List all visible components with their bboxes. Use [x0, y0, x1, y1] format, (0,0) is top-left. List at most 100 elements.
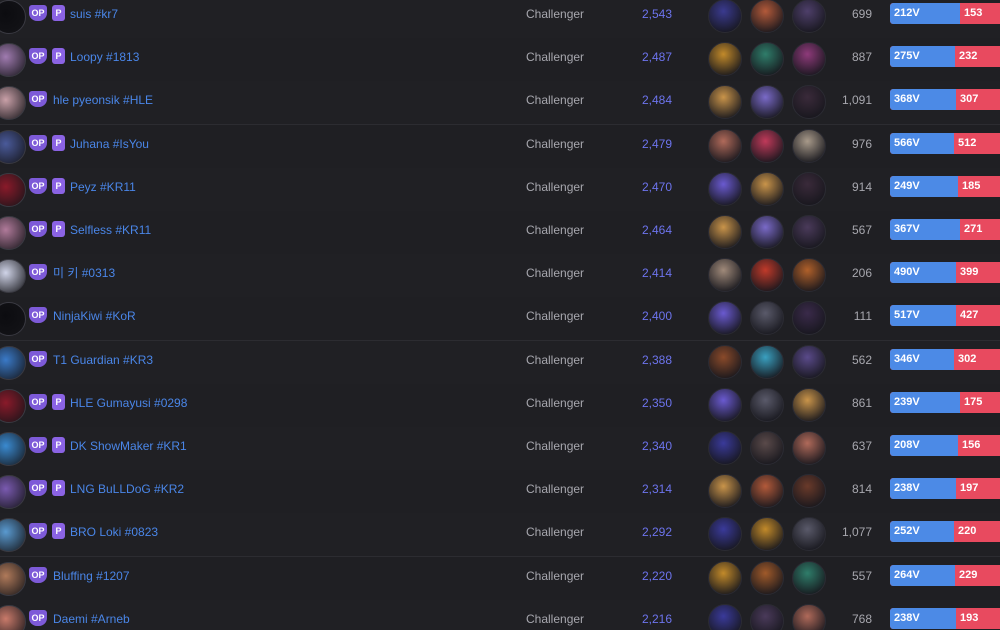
summoner-name-link[interactable]: Peyz #KR11: [70, 179, 136, 195]
avatar[interactable]: [0, 129, 26, 164]
op-badge[interactable]: OP: [29, 5, 47, 21]
table-row[interactable]: OP Daemi #Arneb Challenger 2,216 768 238V 193: [0, 599, 1000, 630]
champion-icon[interactable]: [750, 215, 784, 249]
champion-icon[interactable]: [750, 517, 784, 552]
p-badge[interactable]: P: [52, 48, 65, 65]
champion-icon[interactable]: [750, 128, 784, 163]
avatar[interactable]: [0, 86, 26, 121]
table-row[interactable]: OP P HLE Gumayusi #0298 Challenger 2,350 861 2…: [0, 383, 1000, 428]
p-badge[interactable]: P: [52, 134, 65, 151]
champion-icon[interactable]: [792, 603, 826, 630]
op-badge[interactable]: OP: [29, 307, 47, 324]
champion-icon[interactable]: [708, 128, 742, 163]
avatar[interactable]: [0, 43, 26, 78]
champion-icon[interactable]: [708, 387, 742, 422]
p-badge[interactable]: P: [52, 5, 65, 21]
champion-icon[interactable]: [792, 171, 826, 206]
champion-icon[interactable]: [792, 387, 826, 422]
op-badge[interactable]: OP: [29, 91, 47, 108]
op-badge[interactable]: OP: [29, 609, 47, 626]
champion-icon[interactable]: [792, 344, 826, 379]
avatar[interactable]: [0, 518, 26, 553]
champion-icon[interactable]: [708, 258, 742, 293]
champion-icon[interactable]: [750, 258, 784, 293]
champion-icon[interactable]: [750, 42, 784, 77]
op-badge[interactable]: OP: [29, 134, 47, 151]
avatar[interactable]: [0, 302, 26, 337]
avatar[interactable]: [0, 259, 26, 294]
champion-icon[interactable]: [792, 215, 826, 249]
summoner-name-link[interactable]: Juhana #IsYou: [70, 136, 149, 152]
op-badge[interactable]: OP: [29, 566, 47, 583]
p-badge[interactable]: P: [52, 393, 65, 410]
summoner-name-link[interactable]: hle pyeonsik #HLE: [53, 92, 153, 108]
table-row[interactable]: OP P Loopy #1813 Challenger 2,487 887 275V 232: [0, 38, 1000, 83]
summoner-name-link[interactable]: suis #kr7: [70, 6, 118, 22]
champion-icon[interactable]: [792, 431, 826, 465]
champion-icon[interactable]: [792, 128, 826, 163]
table-row[interactable]: OP P BRO Loki #0823 Challenger 2,292 1,077 252…: [0, 513, 1000, 558]
avatar[interactable]: [0, 345, 26, 380]
summoner-name-link[interactable]: LNG BuLLDoG #KR2: [70, 481, 184, 497]
champion-icon[interactable]: [708, 85, 742, 120]
op-badge[interactable]: OP: [29, 437, 47, 453]
champion-icon[interactable]: [792, 301, 826, 336]
table-row[interactable]: OP P Peyz #KR11 Challenger 2,470 914 249V 185: [0, 167, 1000, 212]
op-badge[interactable]: OP: [29, 480, 47, 497]
champion-icon[interactable]: [708, 215, 742, 249]
champion-icon[interactable]: [708, 474, 742, 509]
champion-icon[interactable]: [792, 258, 826, 293]
avatar[interactable]: [0, 216, 26, 250]
champion-icon[interactable]: [708, 344, 742, 379]
champion-icon[interactable]: [750, 344, 784, 379]
avatar[interactable]: [0, 561, 26, 596]
champion-icon[interactable]: [750, 474, 784, 509]
table-row[interactable]: OP T1 Guardian #KR3 Challenger 2,388 562 346V…: [0, 340, 1000, 385]
table-row[interactable]: OP P Juhana #IsYou Challenger 2,479 976 566V 51…: [0, 124, 1000, 169]
table-row[interactable]: OP P DK ShowMaker #KR1 Challenger 2,340 637 20…: [0, 427, 1000, 471]
avatar[interactable]: [0, 172, 26, 207]
champion-icon[interactable]: [750, 301, 784, 336]
table-row[interactable]: OP Bluffing #1207 Challenger 2,220 557 264V 22…: [0, 556, 1000, 601]
champion-icon[interactable]: [708, 171, 742, 206]
champion-icon[interactable]: [708, 603, 742, 630]
summoner-name-link[interactable]: BRO Loki #0823: [70, 524, 158, 540]
champion-icon[interactable]: [708, 517, 742, 552]
table-row[interactable]: OP P Selfless #KR11 Challenger 2,464 567 367V 2…: [0, 211, 1000, 255]
champion-icon[interactable]: [792, 85, 826, 120]
champion-icon[interactable]: [750, 171, 784, 206]
champion-icon[interactable]: [792, 0, 826, 33]
op-badge[interactable]: OP: [29, 350, 47, 367]
champion-icon[interactable]: [750, 431, 784, 465]
op-badge[interactable]: OP: [29, 523, 47, 540]
avatar[interactable]: [0, 604, 26, 630]
summoner-name-link[interactable]: DK ShowMaker #KR1: [70, 438, 187, 454]
avatar[interactable]: [0, 432, 26, 466]
p-badge[interactable]: P: [52, 523, 65, 540]
summoner-name-link[interactable]: 미 키 #0313: [53, 265, 115, 281]
summoner-name-link[interactable]: Daemi #Arneb: [53, 611, 130, 627]
avatar[interactable]: [0, 388, 26, 423]
op-badge[interactable]: OP: [29, 177, 47, 194]
summoner-name-link[interactable]: T1 Guardian #KR3: [53, 352, 153, 368]
champion-icon[interactable]: [792, 474, 826, 509]
op-badge[interactable]: OP: [29, 264, 47, 281]
table-row[interactable]: OP NinjaKiwi #KoR Challenger 2,400 111 517V 42…: [0, 297, 1000, 342]
champion-icon[interactable]: [708, 0, 742, 33]
champion-icon[interactable]: [750, 560, 784, 595]
summoner-name-link[interactable]: Loopy #1813: [70, 49, 139, 65]
avatar[interactable]: [0, 0, 26, 34]
op-badge[interactable]: OP: [29, 221, 47, 237]
p-badge[interactable]: P: [52, 177, 65, 194]
p-badge[interactable]: P: [52, 221, 65, 237]
champion-icon[interactable]: [708, 301, 742, 336]
table-row[interactable]: OP hle pyeonsik #HLE Challenger 2,484 1,091 3…: [0, 81, 1000, 126]
table-row[interactable]: OP Psuis #kr7 Challenger 2,543 699 212V 153: [0, 0, 1000, 39]
p-badge[interactable]: P: [52, 437, 65, 453]
op-badge[interactable]: OP: [29, 48, 47, 65]
champion-icon[interactable]: [750, 387, 784, 422]
p-badge[interactable]: P: [52, 480, 65, 497]
op-badge[interactable]: OP: [29, 393, 47, 410]
champion-icon[interactable]: [750, 0, 784, 33]
summoner-name-link[interactable]: HLE Gumayusi #0298: [70, 395, 187, 411]
